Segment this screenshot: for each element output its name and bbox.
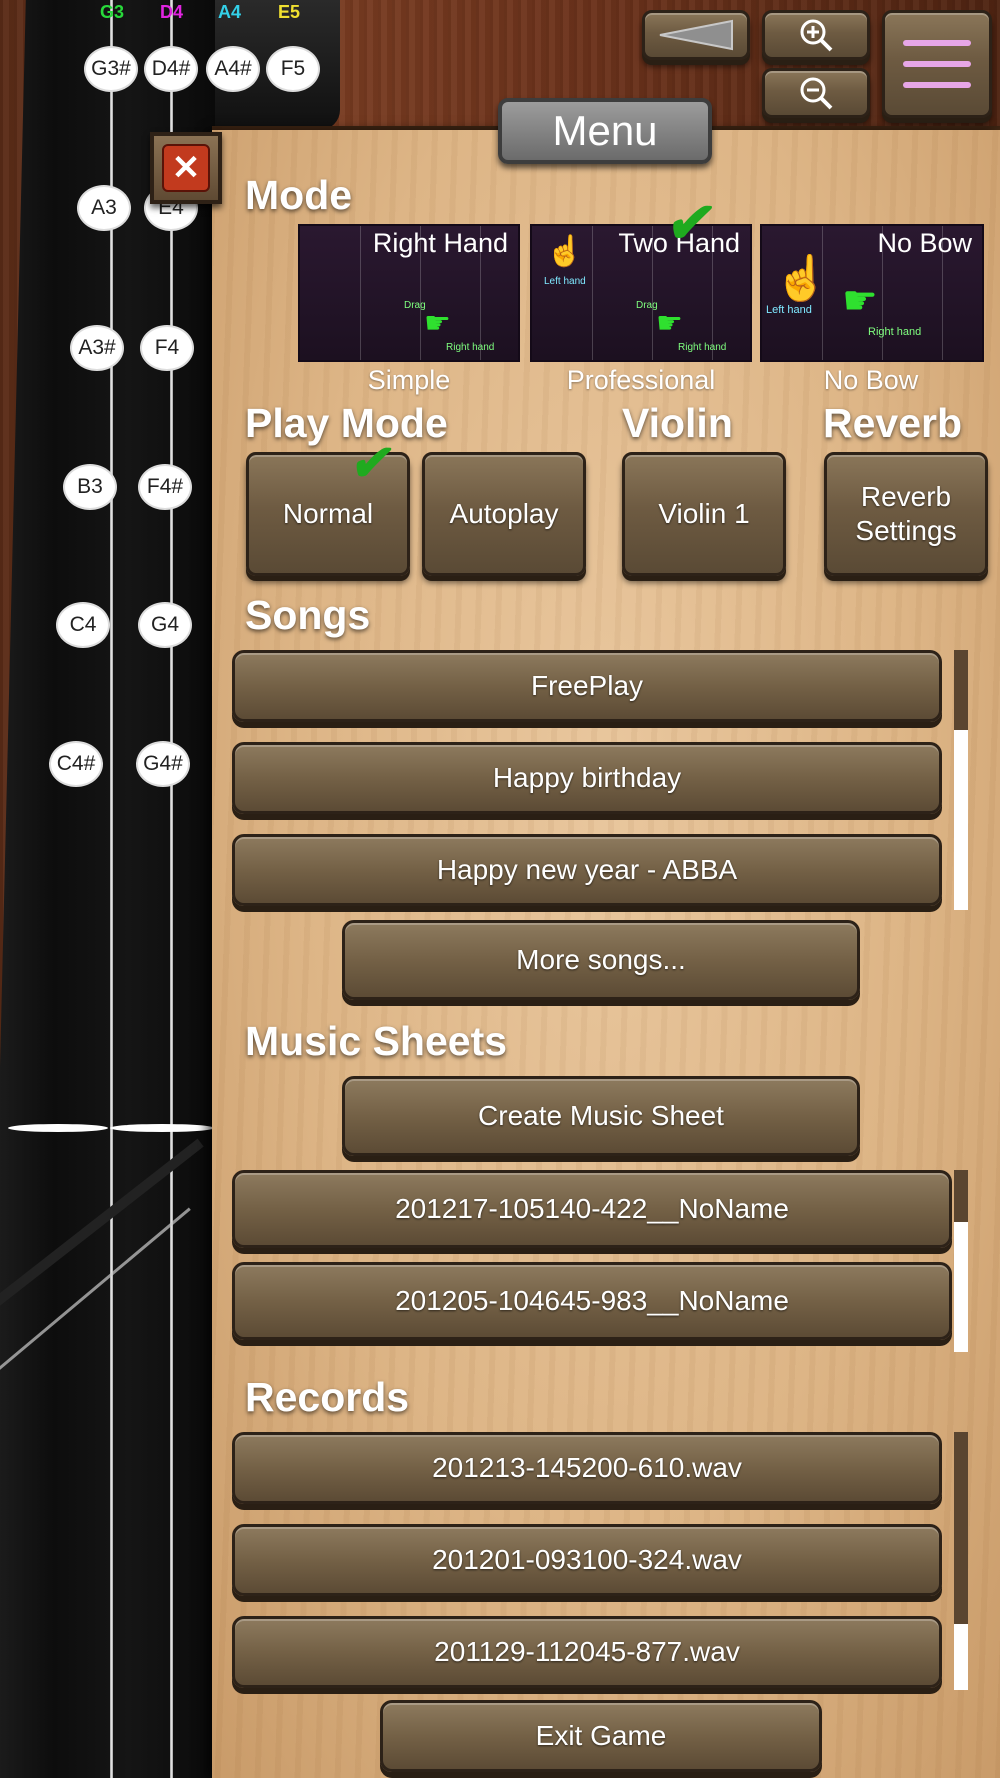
note-button[interactable]: F4# — [138, 464, 192, 510]
button-label: Violin 1 — [658, 498, 750, 529]
song-item[interactable]: Happy birthday — [232, 742, 942, 814]
record-item[interactable]: 201213-145200-610.wav — [232, 1432, 942, 1504]
violin-heading: Violin — [622, 400, 733, 446]
note-button[interactable]: D4# — [144, 46, 198, 92]
zoom-in-button[interactable] — [762, 10, 870, 60]
left-hand-label: Left hand — [766, 304, 812, 316]
record-label: 201129-112045-877.wav — [434, 1636, 740, 1667]
mode-caption: Simple — [367, 365, 451, 395]
right-hand-label: Right hand — [446, 342, 495, 353]
song-label: FreePlay — [530, 670, 644, 701]
mode-card-title: Right Hand — [372, 228, 508, 258]
button-label: Normal — [282, 498, 374, 529]
close-icon: ✕ — [162, 144, 210, 192]
more-songs-button[interactable]: More songs... — [342, 920, 860, 1000]
song-item[interactable]: FreePlay — [232, 650, 942, 722]
song-label: Happy birthday — [492, 762, 682, 793]
string-g[interactable] — [110, 0, 113, 1778]
drag-label: Drag — [404, 300, 426, 311]
left-hand-icon: ☝ — [546, 235, 584, 268]
button-label: Settings — [855, 515, 957, 546]
note-button[interactable]: G3# — [84, 46, 138, 92]
right-hand-label: Right hand — [678, 342, 727, 353]
reverb-settings-button[interactable]: Reverb Settings — [824, 452, 988, 576]
music-sheet-label: 201205-104645-983__NoName — [395, 1285, 789, 1316]
note-button[interactable]: B3 — [63, 464, 117, 510]
music-sheet-item[interactable]: 201205-104645-983__NoName — [232, 1262, 952, 1340]
play-mode-autoplay-button[interactable]: Autoplay — [422, 452, 586, 576]
records-heading: Records — [245, 1374, 410, 1420]
mode-card-no-bow[interactable]: No Bow ☝ Left hand ☛ Right hand — [760, 224, 984, 362]
menu-button[interactable] — [882, 10, 992, 118]
record-label: 201213-145200-610.wav — [432, 1452, 742, 1483]
string-d[interactable] — [170, 0, 173, 1778]
note-button[interactable]: G4# — [136, 741, 190, 787]
mode-caption: Professional — [566, 365, 716, 395]
note-button[interactable]: A3 — [77, 185, 131, 231]
button-label: Reverb — [860, 481, 952, 512]
back-button[interactable] — [642, 10, 750, 60]
string-label-g: G3 — [100, 2, 125, 22]
back-arrow-icon — [659, 19, 733, 51]
note-button[interactable]: A3# — [70, 325, 124, 371]
string-label-e: E5 — [278, 2, 301, 22]
records-scrollbar[interactable] — [954, 1432, 968, 1690]
note-button[interactable]: A4# — [206, 46, 260, 92]
music-sheet-label: 201217-105140-422__NoName — [395, 1193, 789, 1224]
drag-label: Drag — [636, 300, 658, 311]
right-hand-icon: ☛ — [656, 307, 683, 340]
create-music-sheet-button[interactable]: Create Music Sheet — [342, 1076, 860, 1156]
violin-select-button[interactable]: Violin 1 — [622, 452, 786, 576]
hamburger-icon — [903, 40, 971, 88]
mode-card-two-hand[interactable]: Two Hand ☝ Left hand Drag ☛ Right hand — [530, 224, 752, 362]
songs-scrollbar[interactable] — [954, 650, 968, 910]
more-songs-label: More songs... — [516, 944, 686, 975]
song-label: Happy new year - ABBA — [436, 854, 738, 885]
play-mode-heading: Play Mode — [245, 400, 448, 446]
exit-game-label: Exit Game — [535, 1720, 667, 1751]
fret-marker — [110, 1124, 214, 1132]
note-button[interactable]: C4 — [56, 602, 110, 648]
mode-caption: No Bow — [823, 365, 919, 395]
record-item[interactable]: 201201-093100-324.wav — [232, 1524, 942, 1596]
menu-title-text: Menu — [552, 107, 658, 154]
scroll-thumb[interactable] — [954, 1432, 968, 1624]
scroll-thumb[interactable] — [954, 1170, 968, 1222]
note-button[interactable]: C4# — [49, 741, 103, 787]
close-menu-button[interactable]: ✕ — [150, 132, 222, 204]
right-hand-icon: ☛ — [842, 279, 878, 323]
scroll-thumb[interactable] — [954, 650, 968, 730]
right-hand-icon: ☛ — [424, 307, 451, 340]
record-item[interactable]: 201129-112045-877.wav — [232, 1616, 942, 1688]
mode-card-title: No Bow — [877, 228, 972, 258]
mode-heading: Mode — [245, 172, 353, 218]
string-label-d: D4 — [160, 2, 184, 22]
record-label: 201201-093100-324.wav — [432, 1544, 742, 1575]
zoom-in-icon — [800, 19, 833, 52]
music-sheet-item[interactable]: 201217-105140-422__NoName — [232, 1170, 952, 1248]
string-label-a: A4 — [218, 2, 242, 22]
zoom-out-icon — [800, 77, 833, 110]
fret-marker — [8, 1124, 108, 1132]
zoom-out-button[interactable] — [762, 68, 870, 118]
button-label: Autoplay — [449, 498, 559, 529]
menu-title: Menu — [498, 98, 712, 164]
left-hand-label: Left hand — [544, 276, 586, 287]
note-button[interactable]: F5 — [266, 46, 320, 92]
violin-fingerboard — [0, 0, 215, 1778]
music-sheets-heading: Music Sheets — [245, 1018, 508, 1064]
music-sheets-scrollbar[interactable] — [954, 1170, 968, 1352]
song-item[interactable]: Happy new year - ABBA — [232, 834, 942, 906]
songs-heading: Songs — [245, 592, 371, 638]
right-hand-label: Right hand — [868, 326, 922, 338]
reverb-heading: Reverb — [823, 400, 963, 446]
note-button[interactable]: F4 — [140, 325, 194, 371]
left-hand-icon: ☝ — [774, 254, 829, 303]
create-music-sheet-label: Create Music Sheet — [478, 1100, 724, 1131]
mode-card-right-hand[interactable]: Right Hand Drag ☛ Right hand — [298, 224, 520, 362]
note-button[interactable]: G4 — [138, 602, 192, 648]
exit-game-button[interactable]: Exit Game — [380, 1700, 822, 1772]
